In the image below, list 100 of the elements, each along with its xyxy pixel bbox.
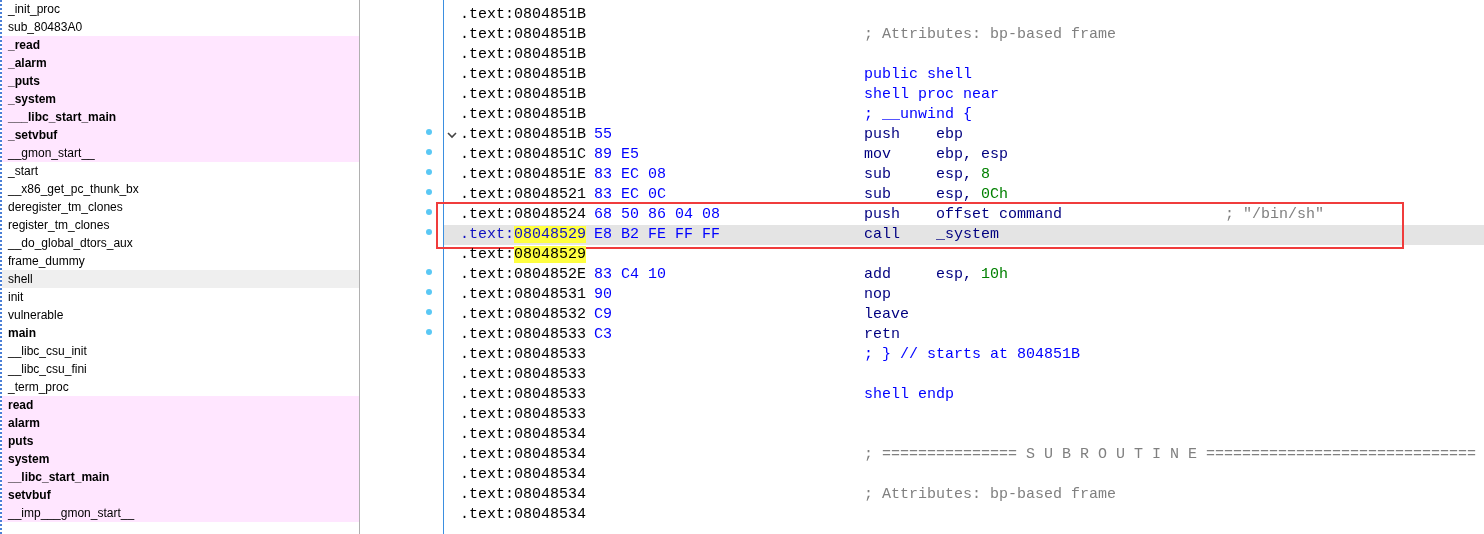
- instruction-mnemonic: mov: [864, 146, 891, 163]
- code-line[interactable]: .text:0804851B ; __unwind {: [444, 105, 1484, 125]
- line-address: .text:08048531: [460, 285, 588, 305]
- immediate-value: 0Ch: [981, 185, 1009, 205]
- function-item[interactable]: __imp___gmon_start__: [2, 504, 359, 522]
- instruction-mnemonic: push: [864, 126, 900, 143]
- function-item[interactable]: _read: [2, 36, 359, 54]
- code-line[interactable]: .text:08048534: [444, 505, 1484, 525]
- function-item[interactable]: system: [2, 450, 359, 468]
- instruction-operand: esp,: [936, 165, 972, 185]
- line-address: .text:0804851B: [460, 45, 588, 65]
- instruction-operand: ebp: [936, 125, 963, 145]
- instruction-mnemonic: nop: [864, 286, 891, 303]
- code-comment: ; Attributes: bp-based frame: [864, 485, 1117, 505]
- code-line[interactable]: .text:08048534: [444, 465, 1484, 485]
- function-item[interactable]: _init_proc: [2, 0, 359, 18]
- function-item[interactable]: shell: [2, 270, 359, 288]
- opcode-bytes: C9: [594, 306, 612, 323]
- line-address: .text:08048533: [460, 385, 588, 405]
- code-line[interactable]: .text:08048524 68 50 86 04 08 push offset command ; "/bin/sh": [444, 205, 1484, 225]
- code-line[interactable]: .text:08048534: [444, 425, 1484, 445]
- line-address: .text:0804851C: [460, 145, 588, 165]
- line-address: .text:08048534: [460, 445, 588, 465]
- function-item[interactable]: register_tm_clones: [2, 216, 359, 234]
- opcode-bytes: 83 C4 10: [594, 266, 666, 283]
- function-item[interactable]: _puts: [2, 72, 359, 90]
- function-item[interactable]: _setvbuf: [2, 126, 359, 144]
- code-line[interactable]: .text:08048534 ; Attributes: bp-based frame: [444, 485, 1484, 505]
- code-line[interactable]: .text:0804852E 83 C4 10 add esp, 10h: [444, 265, 1484, 285]
- line-address: .text:08048533: [460, 365, 588, 385]
- code-comment: ; =============== S U B R O U T I N E ==============================: [864, 445, 1477, 465]
- function-item[interactable]: _system: [2, 90, 359, 108]
- code-line[interactable]: .text:0804851B ; Attributes: bp-based frame: [444, 25, 1484, 45]
- line-address: .text:08048529: [460, 225, 588, 245]
- function-item[interactable]: read: [2, 396, 359, 414]
- code-line[interactable]: .text:0804851E 83 EC 08 sub esp, 8: [444, 165, 1484, 185]
- code-line[interactable]: .text:08048533: [444, 405, 1484, 425]
- function-item[interactable]: alarm: [2, 414, 359, 432]
- code-directive: ; __unwind {: [864, 105, 973, 125]
- instruction-mnemonic: leave: [864, 306, 909, 323]
- code-line[interactable]: .text:08048533 C3 retn: [444, 325, 1484, 345]
- function-item[interactable]: deregister_tm_clones: [2, 198, 359, 216]
- instruction-operand: offset command: [936, 205, 1063, 225]
- instruction-operand: esp,: [936, 265, 972, 285]
- function-item[interactable]: _start: [2, 162, 359, 180]
- code-comment: ; "/bin/sh": [1225, 205, 1325, 225]
- line-address: .text:0804852E: [460, 265, 588, 285]
- instruction-operand: _system: [936, 225, 999, 245]
- instruction-mnemonic: sub: [864, 166, 891, 183]
- line-address: .text:08048524: [460, 205, 588, 225]
- code-line[interactable]: .text:0804851B public shell: [444, 65, 1484, 85]
- line-address: .text:0804851B: [460, 65, 588, 85]
- function-item[interactable]: frame_dummy: [2, 252, 359, 270]
- function-item[interactable]: main: [2, 324, 359, 342]
- code-line[interactable]: .text:0804851C 89 E5 mov ebp, esp: [444, 145, 1484, 165]
- code-directive: ; } // starts at 804851B: [864, 345, 1081, 365]
- opcode-bytes: 68 50 86 04 08: [594, 206, 721, 223]
- line-address: .text:0804851B: [460, 85, 588, 105]
- instruction-mnemonic: push: [864, 206, 900, 223]
- function-item[interactable]: __libc_start_main: [2, 468, 359, 486]
- code-line[interactable]: .text:08048529: [444, 245, 1484, 265]
- line-address: .text:08048533: [460, 325, 588, 345]
- code-line[interactable]: .text:08048533 shell endp: [444, 385, 1484, 405]
- opcode-bytes: 90: [594, 286, 612, 303]
- function-item[interactable]: __gmon_start__: [2, 144, 359, 162]
- line-address: .text:08048534: [460, 485, 588, 505]
- code-line[interactable]: .text:0804851B 55 push ebp: [444, 125, 1484, 145]
- collapse-chevron-icon[interactable]: [447, 131, 457, 139]
- function-item[interactable]: __libc_csu_init: [2, 342, 359, 360]
- opcode-bytes: E8 B2 FE FF FF: [594, 226, 721, 243]
- line-address: .text:0804851B: [460, 125, 588, 145]
- line-address: .text:0804851B: [460, 25, 588, 45]
- function-item[interactable]: init: [2, 288, 359, 306]
- immediate-value: 10h: [981, 265, 1009, 285]
- function-item[interactable]: __do_global_dtors_aux: [2, 234, 359, 252]
- immediate-value: 8: [981, 165, 991, 185]
- line-address: .text:0804851E: [460, 165, 588, 185]
- line-address: .text:08048533: [460, 405, 588, 425]
- function-item[interactable]: vulnerable: [2, 306, 359, 324]
- function-item[interactable]: __libc_csu_fini: [2, 360, 359, 378]
- code-line[interactable]: .text:0804851B: [444, 5, 1484, 25]
- function-item[interactable]: _alarm: [2, 54, 359, 72]
- code-line[interactable]: .text:0804851B shell proc near: [444, 85, 1484, 105]
- code-line[interactable]: .text:08048521 83 EC 0C sub esp, 0Ch: [444, 185, 1484, 205]
- opcode-bytes: 83 EC 08: [594, 166, 666, 183]
- instruction-mnemonic: add: [864, 266, 891, 283]
- function-item[interactable]: _term_proc: [2, 378, 359, 396]
- code-line[interactable]: .text:0804851B: [444, 45, 1484, 65]
- function-item[interactable]: puts: [2, 432, 359, 450]
- code-line[interactable]: .text:08048533: [444, 365, 1484, 385]
- line-address: .text:08048534: [460, 425, 588, 445]
- function-item[interactable]: __x86_get_pc_thunk_bx: [2, 180, 359, 198]
- code-line[interactable]: .text:08048534 ; =============== S U B R O U T I N E ==============================: [444, 445, 1484, 465]
- code-line[interactable]: .text:08048532 C9 leave: [444, 305, 1484, 325]
- function-item[interactable]: sub_80483A0: [2, 18, 359, 36]
- instruction-mnemonic: sub: [864, 186, 891, 203]
- code-line[interactable]: .text:08048531 90 nop: [444, 285, 1484, 305]
- code-line[interactable]: .text:08048533 ; } // starts at 804851B: [444, 345, 1484, 365]
- function-item[interactable]: setvbuf: [2, 486, 359, 504]
- function-item[interactable]: ___libc_start_main: [2, 108, 359, 126]
